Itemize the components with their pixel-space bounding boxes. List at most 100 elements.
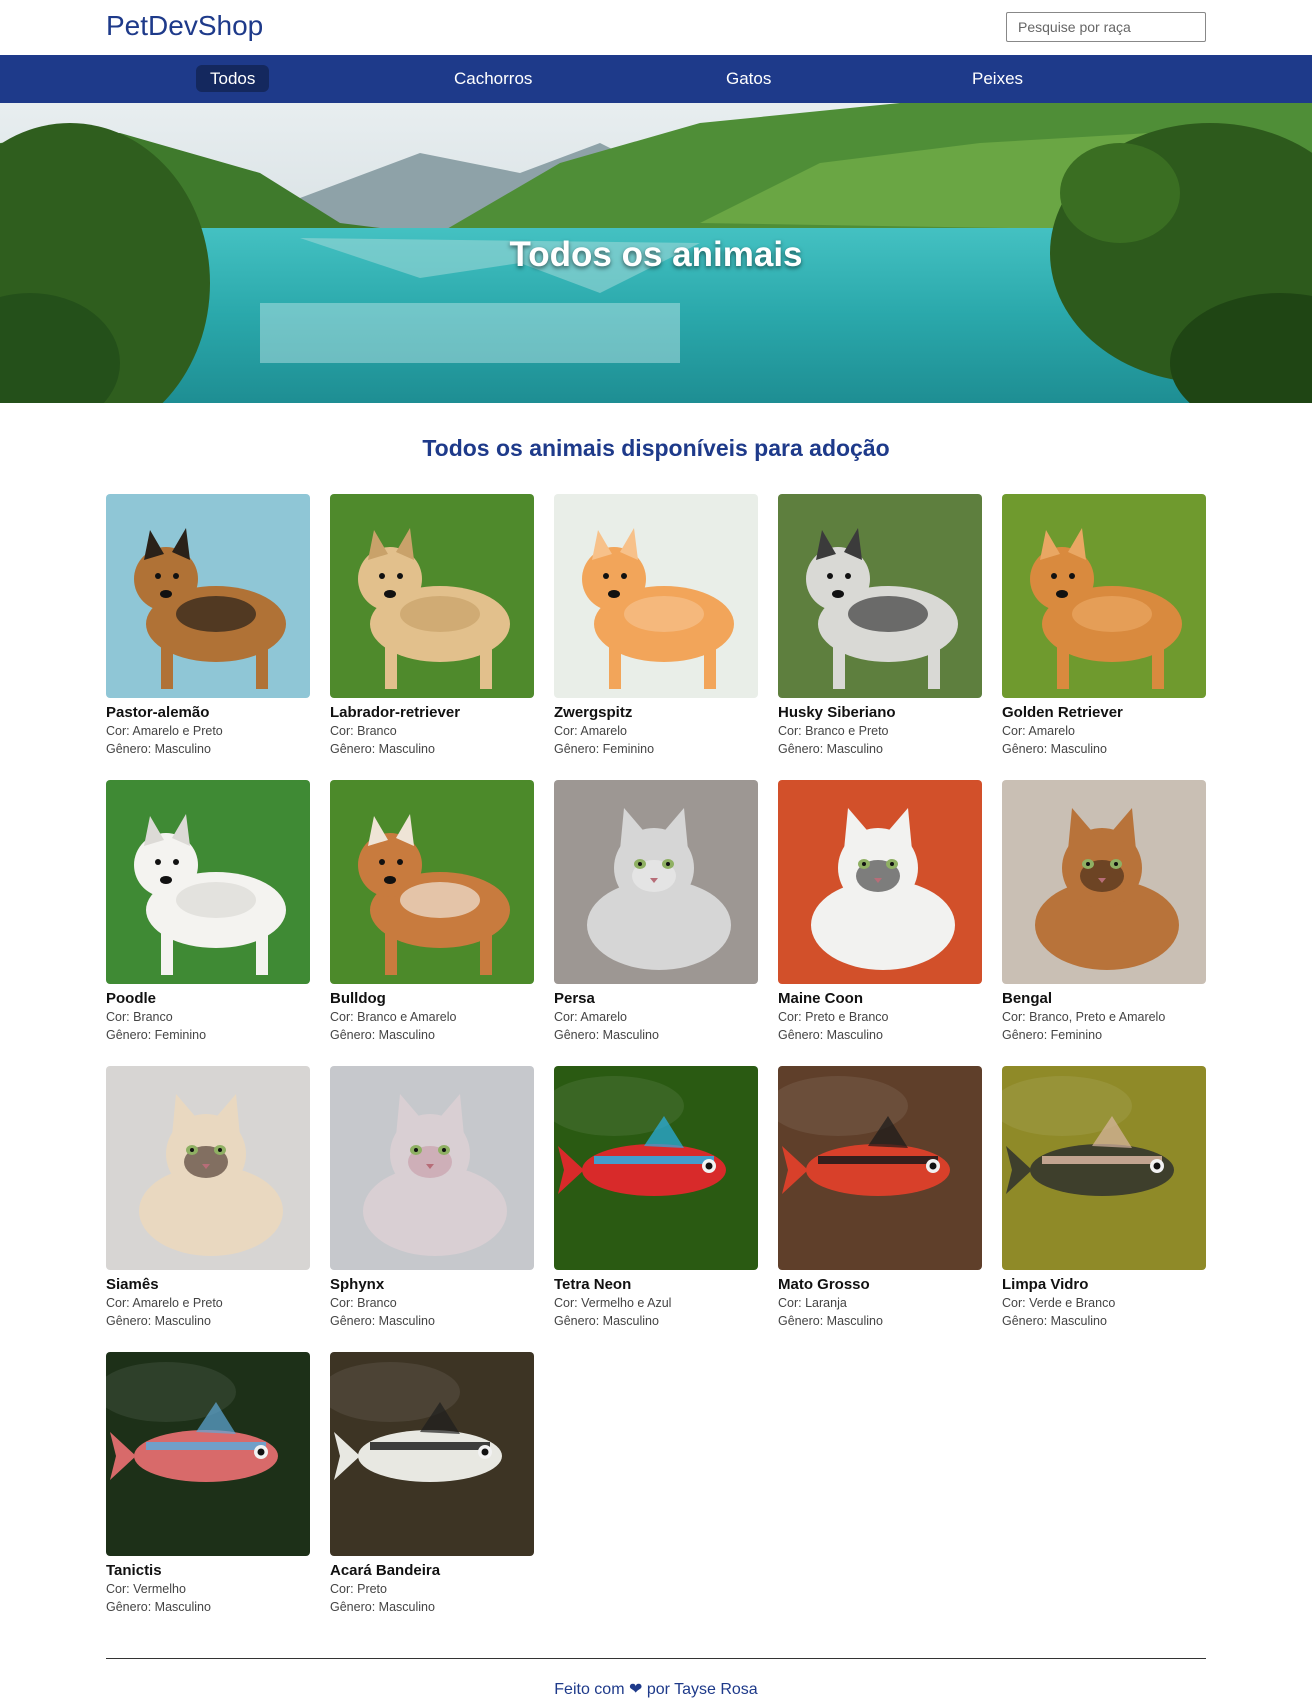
animal-gender: Gênero: Masculino [330, 1312, 534, 1330]
hero-title: Todos os animais [509, 235, 803, 274]
animal-card[interactable]: Mato Grosso Cor: Laranja Gênero: Masculino [778, 1066, 982, 1352]
tab-todos[interactable]: Todos [196, 65, 270, 92]
animal-name: Golden Retriever [1002, 704, 1123, 721]
gender-value: Masculino [378, 1600, 435, 1614]
animal-card[interactable]: Poodle Cor: Branco Gênero: Feminino [106, 780, 310, 1066]
animal-color: Cor: Branco, Preto e Amarelo [1002, 1008, 1206, 1026]
gender-label: Gênero: [778, 742, 824, 756]
color-label: Cor: [106, 724, 130, 738]
gender-label: Gênero: [554, 1028, 600, 1042]
gender-label: Gênero: [554, 742, 600, 756]
gender-value: Masculino [378, 1028, 435, 1042]
gender-label: Gênero: [106, 1314, 152, 1328]
animal-color: Cor: Branco e Preto [778, 722, 982, 740]
tab-peixes[interactable]: Peixes [958, 65, 1037, 92]
color-value: Amarelo [1028, 724, 1075, 738]
color-label: Cor: [1002, 724, 1026, 738]
animal-card[interactable]: Acará Bandeira Cor: Preto Gênero: Masculin… [330, 1352, 534, 1638]
animal-photo[interactable] [1002, 780, 1206, 984]
animal-color: Cor: Branco [106, 1008, 310, 1026]
animal-photo[interactable] [330, 780, 534, 984]
gender-label: Gênero: [106, 1028, 152, 1042]
animal-gender: Gênero: Masculino [330, 1026, 534, 1044]
section-title: Todos os animais disponíveis para adoção [422, 435, 890, 461]
animal-card[interactable]: Bulldog Cor: Branco e Amarelo Gênero: Masc… [330, 780, 534, 1066]
animal-card[interactable]: Sphynx Cor: Branco Gênero: Masculino [330, 1066, 534, 1352]
animal-photo[interactable] [330, 1066, 534, 1270]
color-value: Branco [357, 724, 397, 738]
animal-card[interactable]: Siamês Cor: Amarelo e Preto Gênero: Mascul… [106, 1066, 310, 1352]
animal-grid: Pastor-alemão Cor: Amarelo e Preto Gênero:… [106, 494, 1206, 1638]
animal-photo[interactable] [778, 1066, 982, 1270]
gender-value: Feminino [154, 1028, 207, 1042]
animal-gender: Gênero: Masculino [106, 740, 310, 758]
animal-name: Persa [554, 990, 595, 1007]
animal-name: Maine Coon [778, 990, 863, 1007]
footer-credit: Feito com ❤ por Tayse Rosa [554, 1681, 758, 1698]
animal-card[interactable]: Pastor-alemão Cor: Amarelo e Preto Gênero:… [106, 494, 310, 780]
footer-divider [106, 1658, 1206, 1659]
animal-photo[interactable] [106, 780, 310, 984]
animal-name: Tanictis [106, 1562, 162, 1579]
animal-photo[interactable] [106, 494, 310, 698]
animal-photo[interactable] [330, 1352, 534, 1556]
animal-gender: Gênero: Masculino [330, 740, 534, 758]
animal-gender: Gênero: Masculino [1002, 1312, 1206, 1330]
animal-card[interactable]: Tetra Neon Cor: Vermelho e Azul Gênero: Ma… [554, 1066, 758, 1352]
animal-name: Acará Bandeira [330, 1562, 441, 1579]
color-value: Laranja [805, 1296, 847, 1310]
gender-label: Gênero: [554, 1314, 600, 1328]
animal-card[interactable]: Persa Cor: Amarelo Gênero: Masculino [554, 780, 758, 1066]
tab-cachorros[interactable]: Cachorros [440, 65, 546, 92]
animal-photo[interactable] [554, 494, 758, 698]
animal-color: Cor: Branco e Amarelo [330, 1008, 534, 1026]
animal-photo[interactable] [778, 494, 982, 698]
gender-label: Gênero: [1002, 1314, 1048, 1328]
animal-card[interactable]: Maine Coon Cor: Preto e Branco Gênero: Mas… [778, 780, 982, 1066]
animal-card[interactable]: Bengal Cor: Branco, Preto e Amarelo Gênero… [1002, 780, 1206, 1066]
breed-search-input[interactable] [1006, 11, 1206, 42]
animal-name: Siamês [106, 1276, 159, 1293]
gender-value: Feminino [602, 742, 655, 756]
animal-card[interactable]: Zwergspitz Cor: Amarelo Gênero: Feminino [554, 494, 758, 780]
animal-color: Cor: Amarelo [554, 1008, 758, 1026]
animal-color: Cor: Vermelho [106, 1580, 310, 1598]
animal-photo[interactable] [554, 1066, 758, 1270]
animal-card[interactable]: Husky Siberiano Cor: Branco e Preto Gênero… [778, 494, 982, 780]
animal-photo[interactable] [1002, 494, 1206, 698]
color-value: Amarelo [580, 724, 627, 738]
color-value: Branco e Preto [805, 724, 889, 738]
animal-photo[interactable] [1002, 1066, 1206, 1270]
color-label: Cor: [554, 1296, 578, 1310]
gender-label: Gênero: [106, 1600, 152, 1614]
gender-value: Masculino [154, 742, 211, 756]
animal-card[interactable]: Golden Retriever Cor: Amarelo Gênero: Masc… [1002, 494, 1206, 780]
animal-gender: Gênero: Masculino [778, 1312, 982, 1330]
color-value: Preto [357, 1582, 387, 1596]
animal-card[interactable]: Limpa Vidro Cor: Verde e Branco Gênero: Ma… [1002, 1066, 1206, 1352]
color-value: Amarelo [580, 1010, 627, 1024]
color-value: Vermelho [133, 1582, 186, 1596]
category-nav: Todos Cachorros Gatos Peixes [0, 55, 1312, 103]
color-label: Cor: [778, 1010, 802, 1024]
animal-gender: Gênero: Masculino [106, 1312, 310, 1330]
color-label: Cor: [1002, 1010, 1026, 1024]
color-value: Verde e Branco [1029, 1296, 1116, 1310]
top-header: PetDevShop [0, 0, 1312, 55]
gender-value: Masculino [602, 1028, 659, 1042]
gender-value: Feminino [1050, 1028, 1103, 1042]
tab-gatos[interactable]: Gatos [712, 65, 785, 92]
animal-gender: Gênero: Masculino [554, 1026, 758, 1044]
brand-logo-link[interactable]: PetDevShop [106, 10, 263, 42]
color-label: Cor: [1002, 1296, 1026, 1310]
animal-photo[interactable] [106, 1352, 310, 1556]
animal-card[interactable]: Tanictis Cor: Vermelho Gênero: Masculino [106, 1352, 310, 1638]
animal-photo[interactable] [330, 494, 534, 698]
color-label: Cor: [778, 724, 802, 738]
animal-photo[interactable] [554, 780, 758, 984]
animal-photo[interactable] [106, 1066, 310, 1270]
animal-color: Cor: Amarelo e Preto [106, 722, 310, 740]
animal-card[interactable]: Labrador-retriever Cor: Branco Gênero: Mas… [330, 494, 534, 780]
animal-photo[interactable] [778, 780, 982, 984]
animal-color: Cor: Preto e Branco [778, 1008, 982, 1026]
